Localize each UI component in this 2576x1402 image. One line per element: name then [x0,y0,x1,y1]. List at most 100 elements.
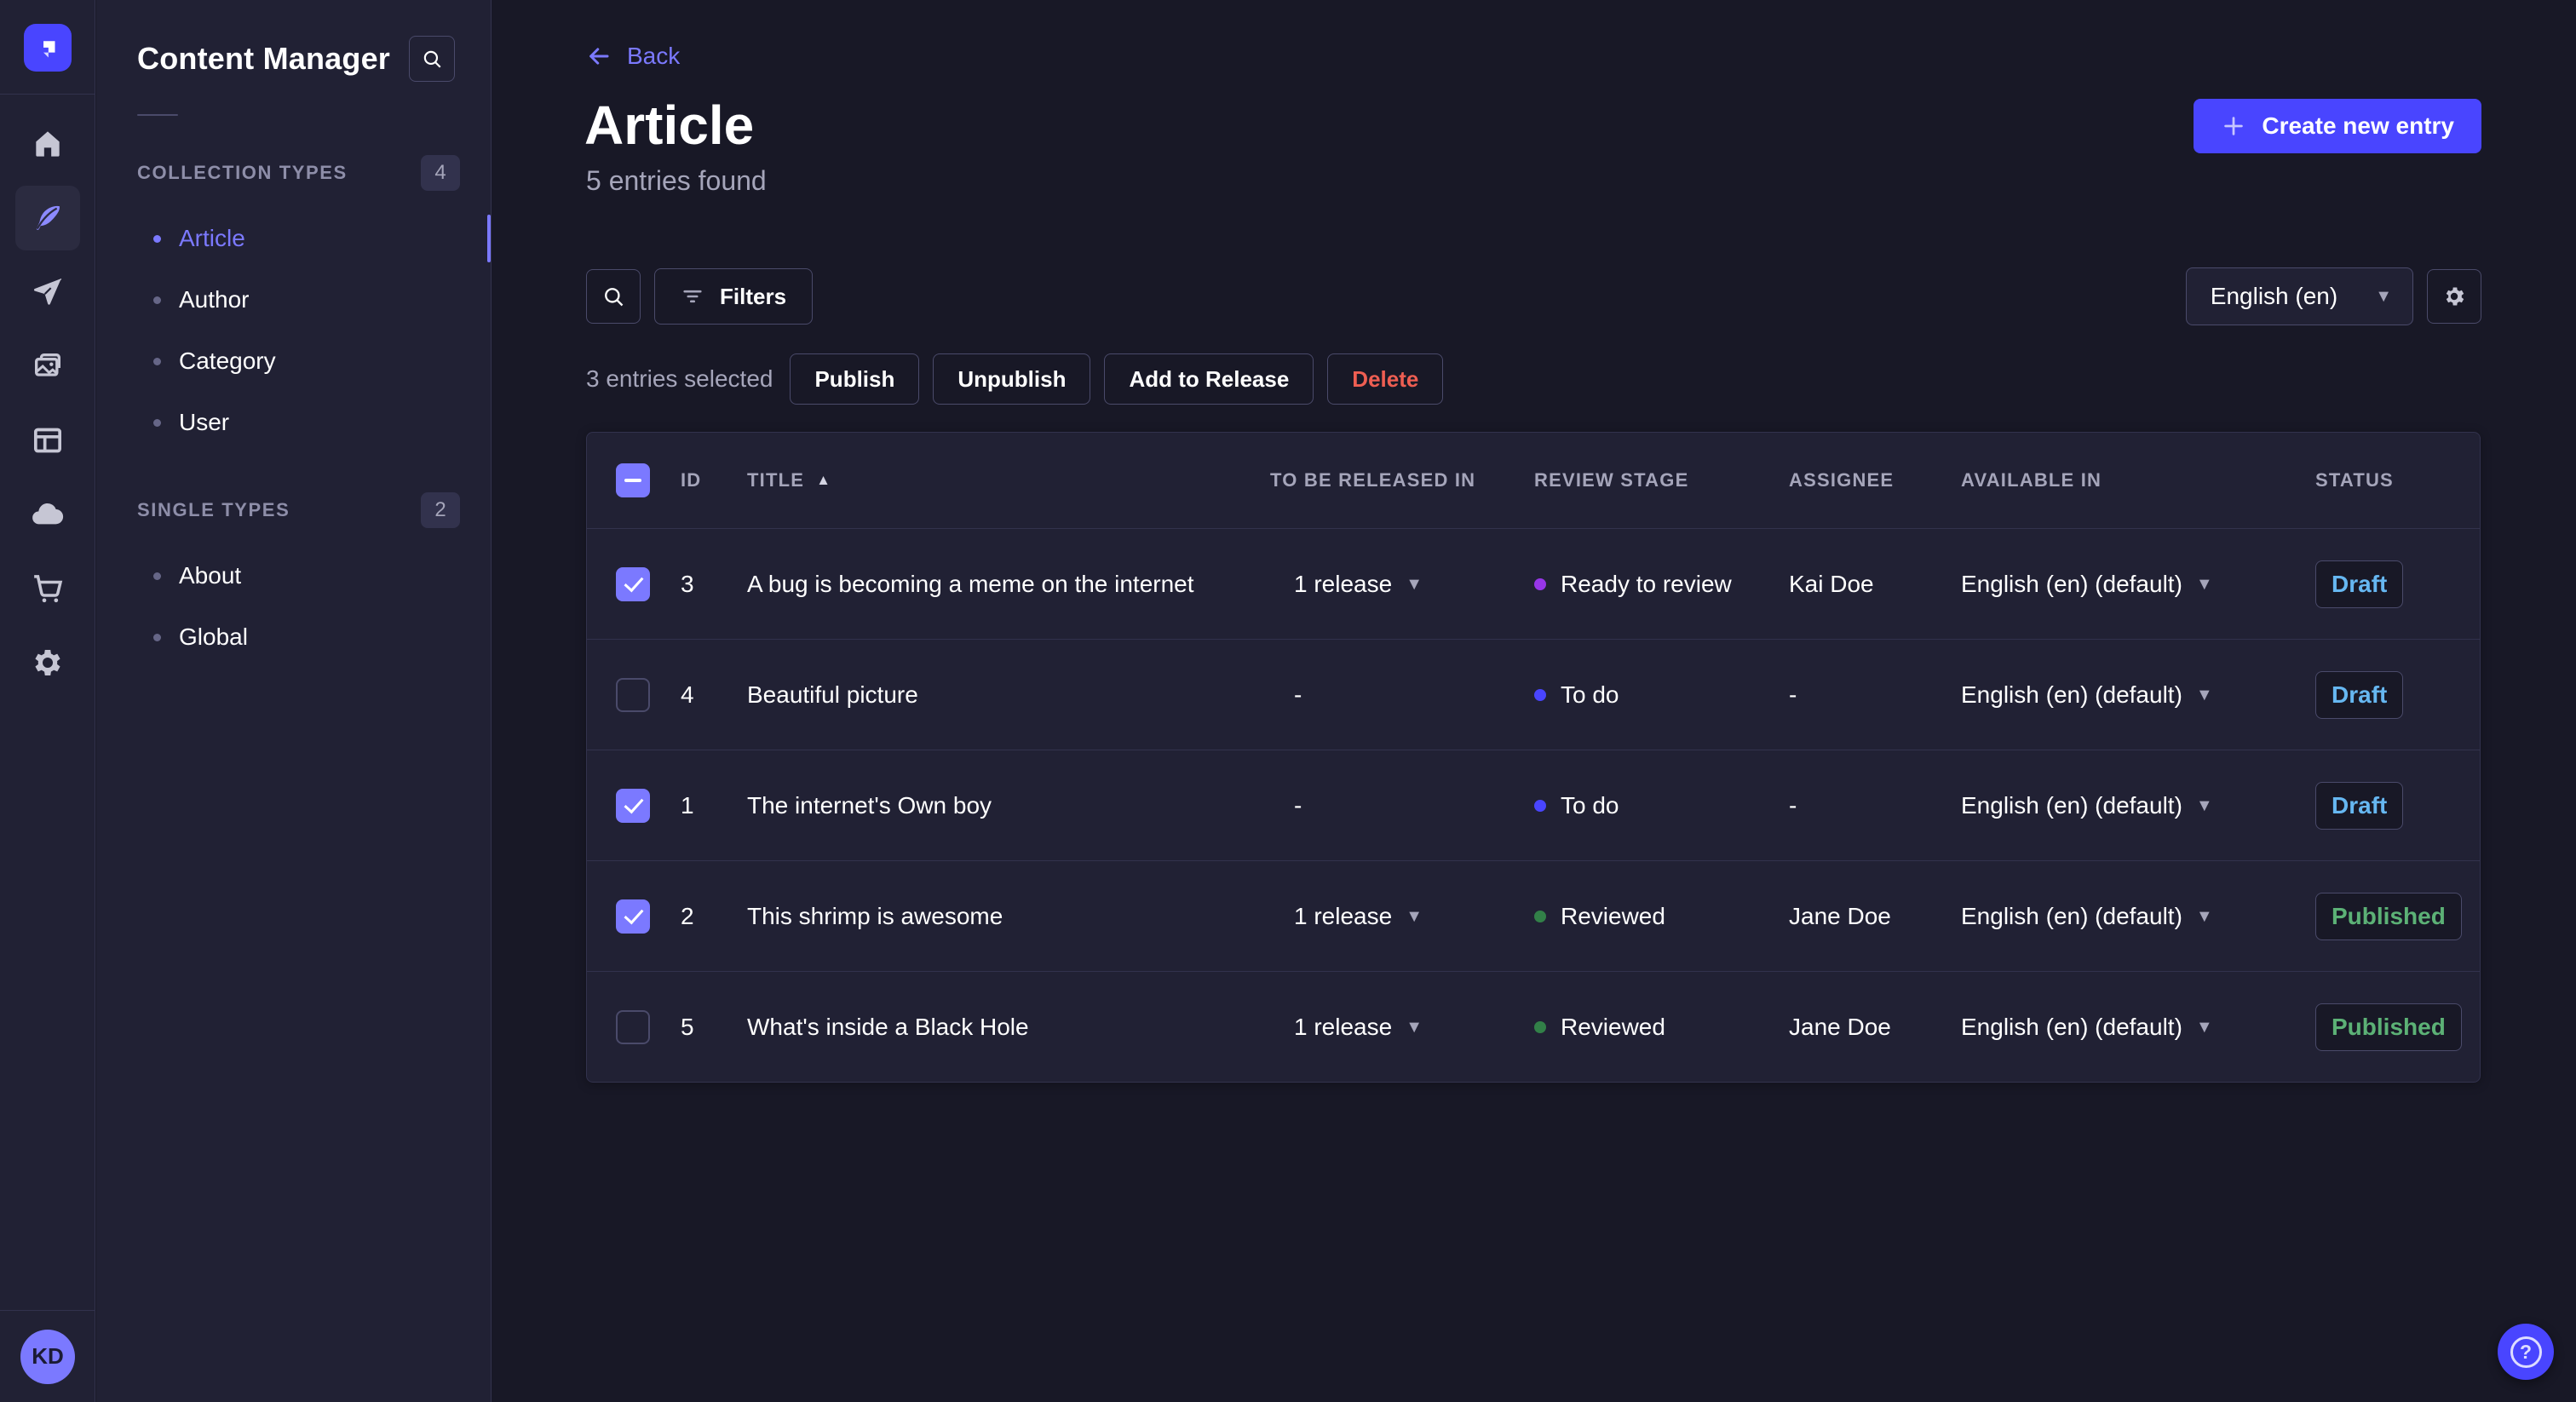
row-available[interactable]: English (en) (default) ▼ [1930,903,2305,930]
subnav-item-about[interactable]: About [96,545,491,606]
row-status: Draft [2305,560,2480,608]
entries-count: 5 entries found [586,165,767,196]
sort-ascending-icon: ▲ [816,472,832,488]
main-content: Back Article 5 entries found Create new … [492,0,2576,1402]
unpublish-button[interactable]: Unpublish [933,353,1091,405]
bullet-icon [153,572,161,580]
filter-icon [681,284,704,308]
nav-releases[interactable] [15,260,80,325]
stage-dot [1534,799,1546,812]
nav-content-type-builder[interactable] [15,408,80,473]
status-badge: Draft [2315,781,2404,830]
available-chevron[interactable]: ▼ [2196,576,2213,593]
column-header-available[interactable]: AVAILABLE IN [1930,469,2305,491]
table-row[interactable]: 4 Beautiful picture -▼ To do - English (… [587,639,2480,750]
row-available[interactable]: English (en) (default) ▼ [1930,571,2305,598]
available-chevron[interactable]: ▼ [2196,908,2213,925]
column-header-status[interactable]: STATUS [2305,469,2480,491]
help-button[interactable]: ? [2498,1324,2554,1380]
rail-nav-items [14,112,80,704]
header-checkbox[interactable] [616,463,650,497]
status-badge: Published [2315,1003,2462,1051]
table-search-button[interactable] [586,269,641,324]
nav-deploy[interactable] [15,482,80,547]
subnav-item-category[interactable]: Category [96,330,491,392]
chevron-down-icon: ▼ [2375,287,2392,306]
nav-home[interactable] [15,112,80,176]
row-release[interactable]: 1 release ▼ [1270,571,1526,598]
subnav-item-global[interactable]: Global [96,606,491,668]
cloud-icon [30,497,66,532]
subnav-divider [137,114,178,116]
column-header-release[interactable]: TO BE RELEASED IN [1270,469,1526,491]
subnav-item-article[interactable]: Article [96,208,491,269]
subnav-item-label: Author [179,286,250,313]
table-row[interactable]: 3 A bug is becoming a meme on the intern… [587,528,2480,639]
row-stage: To do [1526,792,1777,819]
column-header-assignee[interactable]: ASSIGNEE [1777,469,1930,491]
images-icon [31,349,65,383]
row-release[interactable]: 1 release ▼ [1270,1014,1526,1041]
available-chevron[interactable]: ▼ [2196,1019,2213,1036]
back-link[interactable]: Back [586,43,680,70]
row-checkbox[interactable] [616,899,650,934]
row-title: A bug is becoming a meme on the internet [747,570,1194,597]
release-chevron[interactable]: ▼ [1406,1019,1423,1036]
column-header-title[interactable]: TITLE ▲ [747,469,1270,491]
subnav-item-user[interactable]: User [96,392,491,453]
row-available[interactable]: English (en) (default) ▼ [1930,1014,2305,1041]
subnav-search-button[interactable] [409,36,455,82]
column-header-stage[interactable]: REVIEW STAGE [1526,469,1777,491]
column-header-id[interactable]: ID [672,469,747,491]
add-to-release-button[interactable]: Add to Release [1104,353,1314,405]
table-row[interactable]: 1 The internet's Own boy -▼ To do - Engl… [587,750,2480,860]
entries-table: ID TITLE ▲ TO BE RELEASED IN REVIEW STAGE… [586,432,2481,1083]
row-release[interactable]: -▼ [1270,681,1526,709]
layout-icon [31,423,65,457]
nav-marketplace[interactable] [15,556,80,621]
row-assignee: - [1789,791,1797,819]
release-chevron[interactable]: ▼ [1406,908,1423,925]
available-chevron[interactable]: ▼ [2196,797,2213,814]
search-icon [421,48,443,70]
row-release[interactable]: -▼ [1270,792,1526,819]
search-icon [601,284,625,308]
row-checkbox[interactable] [616,1009,650,1044]
locale-select[interactable]: English (en) ▼ [2185,267,2413,325]
row-assignee: - [1789,681,1797,708]
list-toolbar: Filters English (en) ▼ [586,267,2481,325]
row-available[interactable]: English (en) (default) ▼ [1930,681,2305,709]
available-chevron[interactable]: ▼ [2196,687,2213,704]
row-status: Published [2305,1003,2480,1051]
subnav-item-author[interactable]: Author [96,269,491,330]
strapi-logo[interactable] [23,24,72,72]
table-row[interactable]: 5 What's inside a Black Hole 1 release ▼ … [587,971,2480,1082]
publish-button[interactable]: Publish [790,353,920,405]
create-new-entry-button[interactable]: Create new entry [2194,99,2481,153]
subnav-item-label: About [179,562,242,589]
row-checkbox[interactable] [616,677,650,712]
filters-button[interactable]: Filters [654,268,814,325]
release-chevron[interactable]: ▼ [1406,576,1423,593]
view-settings-button[interactable] [2427,269,2481,324]
row-checkbox[interactable] [616,566,650,601]
delete-button[interactable]: Delete [1327,353,1444,405]
filters-label: Filters [720,283,787,309]
table-row[interactable]: 2 This shrimp is awesome 1 release ▼ Revi… [587,860,2480,971]
row-checkbox[interactable] [616,788,650,823]
row-title: This shrimp is awesome [747,902,1003,929]
nav-media-library[interactable] [15,334,80,399]
nav-content-manager[interactable] [14,186,80,250]
user-avatar[interactable]: KD [20,1329,75,1384]
plus-icon [2221,113,2246,139]
row-id: 5 [681,1013,694,1040]
row-stage: Ready to review [1526,571,1777,598]
row-release[interactable]: 1 release ▼ [1270,903,1526,930]
content-manager-subnav: Content Manager COLLECTION TYPES 4 Artic… [96,0,492,1402]
selection-count: 3 entries selected [586,365,773,392]
gear-icon [31,646,65,680]
subnav-item-label: Article [179,225,245,251]
status-badge: Published [2315,892,2462,940]
nav-settings[interactable] [15,630,80,695]
row-available[interactable]: English (en) (default) ▼ [1930,792,2305,819]
